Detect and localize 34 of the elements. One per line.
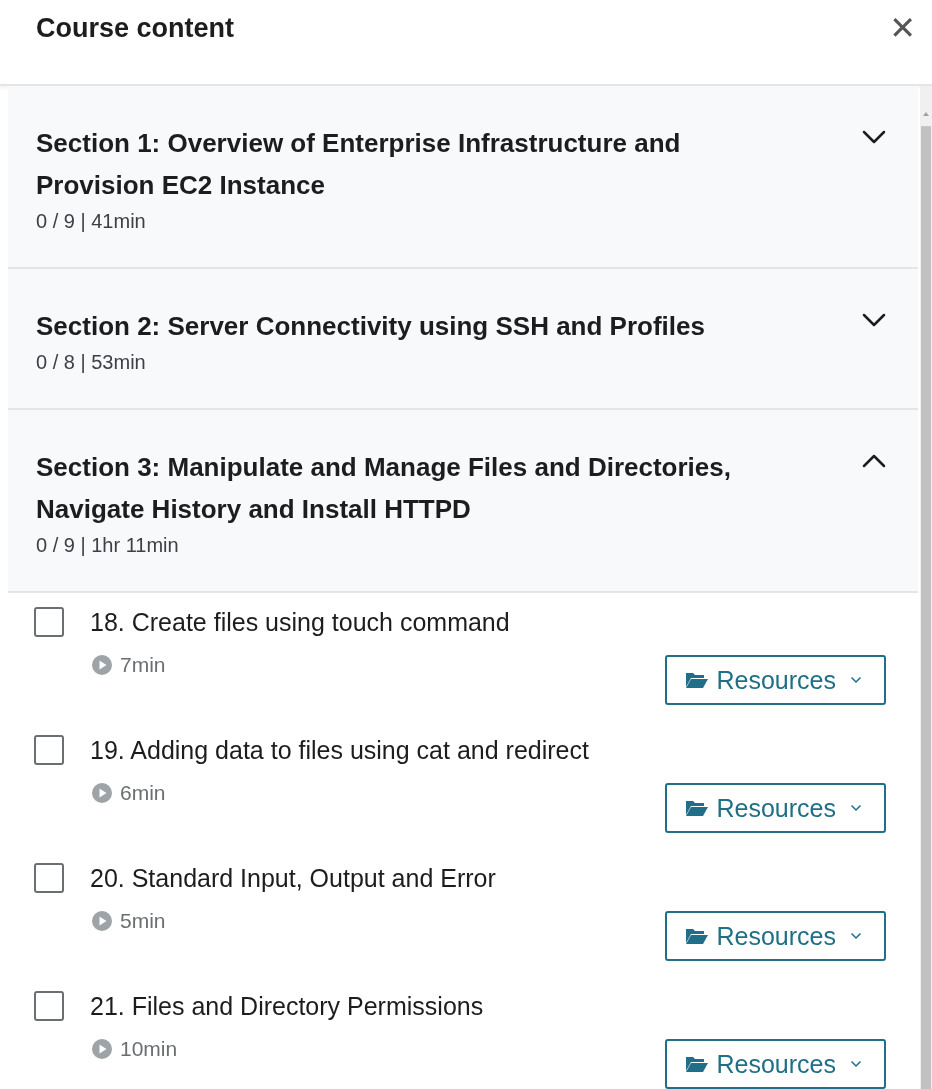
panel-title: Course content	[36, 12, 235, 44]
folder-icon	[684, 927, 709, 945]
resources-button[interactable]: Resources	[664, 655, 886, 705]
lecture-title[interactable]: 19. Adding data to files using cat and redirect	[90, 735, 589, 765]
close-button[interactable]: ✕	[885, 9, 920, 47]
section-title: Section 3: Manipulate and Manage Files and Directories, Navigate History and Install HTTPD	[36, 451, 732, 526]
checkbox[interactable]	[34, 735, 64, 765]
scrollbar[interactable]	[920, 86, 932, 1089]
checkbox[interactable]	[34, 607, 64, 637]
play-icon	[92, 1039, 112, 1059]
play-icon	[92, 783, 112, 803]
caret-icon	[850, 676, 862, 684]
resources-button[interactable]: Resources	[664, 911, 886, 961]
lecture-duration: 10min	[120, 1037, 178, 1061]
lecture-duration: 5min	[120, 909, 166, 933]
lecture-title[interactable]: 21. Files and Directory Permissions	[90, 991, 484, 1021]
folder-icon	[684, 671, 709, 689]
caret-icon	[850, 1060, 862, 1068]
folder-icon	[684, 799, 709, 817]
section-title: Section 1: Overview of Enterprise Infrastructure and Provision EC2 Instance	[36, 127, 682, 202]
lecture-duration: 6min	[120, 781, 166, 805]
caret-icon	[850, 804, 862, 812]
resources-button[interactable]: Resources	[664, 783, 886, 833]
resources-button[interactable]: Resources	[664, 1039, 886, 1089]
checkbox[interactable]	[34, 991, 64, 1021]
lecture-title[interactable]: 20. Standard Input, Output and Error	[90, 863, 496, 893]
play-icon	[92, 655, 112, 675]
folder-icon	[684, 1055, 709, 1073]
section-title: Section 2: Server Connectivity using SSH and Profiles	[36, 310, 705, 343]
lecture-title[interactable]: 18. Create files using touch command	[90, 607, 510, 637]
lecture-duration: 7min	[120, 653, 166, 677]
checkbox[interactable]	[34, 863, 64, 893]
caret-icon	[850, 932, 862, 940]
play-icon	[92, 911, 112, 931]
